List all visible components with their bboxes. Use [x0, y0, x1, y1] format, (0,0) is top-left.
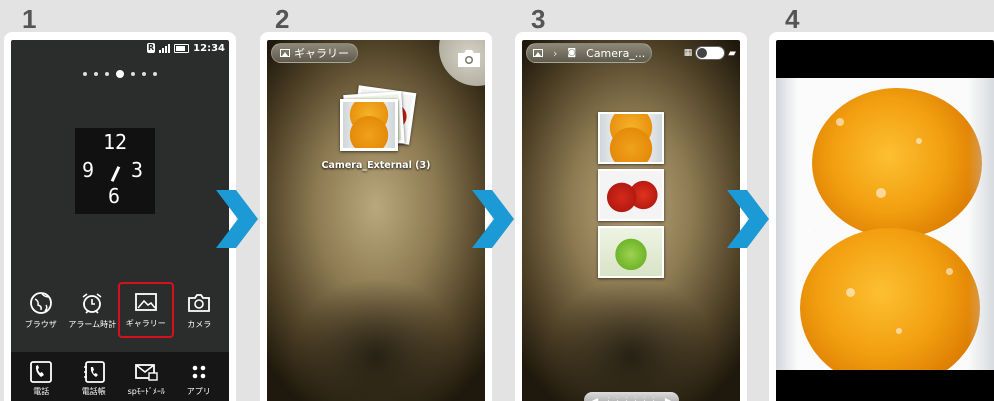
page-dot-active	[116, 70, 124, 78]
phone-frame-2: ギャラリー Camera_External (3)	[260, 32, 492, 401]
dock-label: spﾓｰﾄﾞﾒｰﾙ	[127, 387, 165, 396]
globe-icon	[29, 292, 52, 314]
dock: 電話 電話帳 spﾓｰﾄﾞﾒｰﾙ アプリ	[11, 352, 229, 401]
thumbnail-image	[600, 228, 662, 276]
breadcrumb[interactable]: › ◙ Camera_...	[526, 43, 653, 63]
clock-widget[interactable]: 12 9 3 6	[75, 128, 155, 214]
dock-mail[interactable]: spﾓｰﾄﾞﾒｰﾙ	[120, 356, 172, 401]
dock-phonebook[interactable]: 電話帳	[68, 356, 120, 401]
thumbnail-image	[600, 114, 662, 162]
app-label: ギャラリー	[125, 319, 166, 328]
picture-icon	[533, 49, 543, 57]
clock-9: 9	[82, 158, 95, 182]
phone-icon	[30, 361, 53, 383]
clock-6: 6	[108, 184, 121, 208]
grid-view-icon: ▦	[683, 48, 693, 58]
step-number-4: 4	[785, 4, 800, 34]
scroll-grip: ⋮⋮⋮⋮⋮⋮	[604, 395, 659, 401]
app-row: ブラウザ アラーム時計 ギャラリー カメラ	[11, 282, 229, 338]
status-time: 12:34	[193, 42, 225, 54]
thumbnail-image	[343, 102, 395, 148]
picture-icon	[280, 49, 290, 57]
album-photos-screen: › ◙ Camera_... ▦ ▰ ◀ ⋮⋮⋮⋮⋮⋮ ▶	[522, 40, 740, 401]
home-screen: R 12:34 12 9 3 6 ブラウザ アラーム時計 ギャラリー カメラ 電…	[11, 40, 229, 401]
app-camera[interactable]: カメラ	[174, 286, 226, 338]
picture-icon	[134, 293, 157, 311]
phone-frame-1: R 12:34 12 9 3 6 ブラウザ アラーム時計 ギャラリー カメラ 電…	[4, 32, 236, 401]
page-dot	[153, 72, 157, 76]
app-gallery[interactable]: ギャラリー	[118, 282, 174, 338]
app-label: アラーム時計	[68, 320, 117, 329]
clock-12: 12	[103, 130, 128, 154]
dock-apps[interactable]: アプリ	[173, 356, 225, 401]
clock-3: 3	[131, 158, 144, 182]
dock-label: 電話帳	[81, 387, 106, 396]
breadcrumb-album: Camera_...	[586, 46, 646, 60]
photo-thumbnail-orange[interactable]	[598, 112, 664, 164]
glass-overlay	[776, 78, 994, 370]
roaming-badge: R	[146, 43, 156, 53]
photo-thumbnail-apple[interactable]	[598, 226, 664, 278]
scroll-right-icon: ▶	[664, 395, 671, 401]
status-bar: R 12:34	[11, 40, 229, 56]
clock-hand	[110, 166, 121, 182]
photo-list	[598, 112, 664, 278]
thumbnail-image	[600, 171, 662, 219]
step-number-1: 1	[22, 4, 37, 34]
next-step-arrow	[216, 190, 258, 248]
app-alarm-clock[interactable]: アラーム時計	[67, 286, 119, 338]
dock-phone[interactable]: 電話	[15, 356, 67, 401]
page-dot	[142, 72, 146, 76]
gallery-top-bar: › ◙ Camera_... ▦ ▰	[522, 40, 740, 66]
page-dot	[105, 72, 109, 76]
app-label: ブラウザ	[24, 320, 57, 329]
stack-view-icon: ▰	[728, 47, 736, 59]
next-step-arrow	[472, 190, 514, 248]
camera-button[interactable]	[439, 40, 485, 86]
battery-icon	[174, 43, 190, 53]
camera-small-icon: ◙	[567, 48, 577, 58]
page-dot	[131, 72, 135, 76]
phonebook-icon	[83, 361, 105, 383]
dock-label: アプリ	[186, 387, 211, 396]
photo-viewer-screen	[776, 40, 994, 401]
breadcrumb-label: ギャラリー	[294, 47, 349, 60]
page-dot	[94, 72, 98, 76]
view-toggle[interactable]	[695, 46, 726, 60]
page-dot	[83, 72, 87, 76]
photo-thumbnail-tomato[interactable]	[598, 169, 664, 221]
signal-icon	[159, 43, 171, 53]
mail-icon	[135, 364, 158, 381]
gallery-albums-screen: ギャラリー Camera_External (3)	[267, 40, 485, 401]
step-number-3: 3	[531, 4, 546, 34]
horizontal-scroll-handle[interactable]: ◀ ⋮⋮⋮⋮⋮⋮ ▶	[584, 392, 679, 401]
app-label: カメラ	[187, 320, 212, 329]
album-stack[interactable]	[337, 85, 427, 155]
full-photo-oranges[interactable]	[776, 78, 994, 370]
scroll-left-icon: ◀	[592, 395, 599, 401]
app-browser[interactable]: ブラウザ	[15, 286, 67, 338]
album-label: Camera_External (3)	[321, 160, 431, 171]
tutorial-stage: 1 2 3 4 R 12:34 12 9 3 6 ブラウザ アラーム時計 ギャラ…	[0, 0, 994, 401]
dock-label: 電話	[33, 387, 50, 396]
breadcrumb-gallery[interactable]: ギャラリー	[271, 43, 358, 63]
alarm-clock-icon	[82, 293, 102, 314]
apps-icon	[192, 365, 206, 379]
album-card	[340, 99, 398, 151]
home-page-indicator	[11, 70, 229, 78]
view-switcher[interactable]: ▦ ▰	[684, 46, 736, 60]
next-step-arrow	[727, 190, 769, 248]
phone-frame-3: › ◙ Camera_... ▦ ▰ ◀ ⋮⋮⋮⋮⋮⋮ ▶	[515, 32, 747, 401]
camera-icon	[458, 50, 480, 67]
step-number-2: 2	[275, 4, 290, 34]
phone-frame-4	[769, 32, 994, 401]
camera-icon	[188, 294, 211, 312]
